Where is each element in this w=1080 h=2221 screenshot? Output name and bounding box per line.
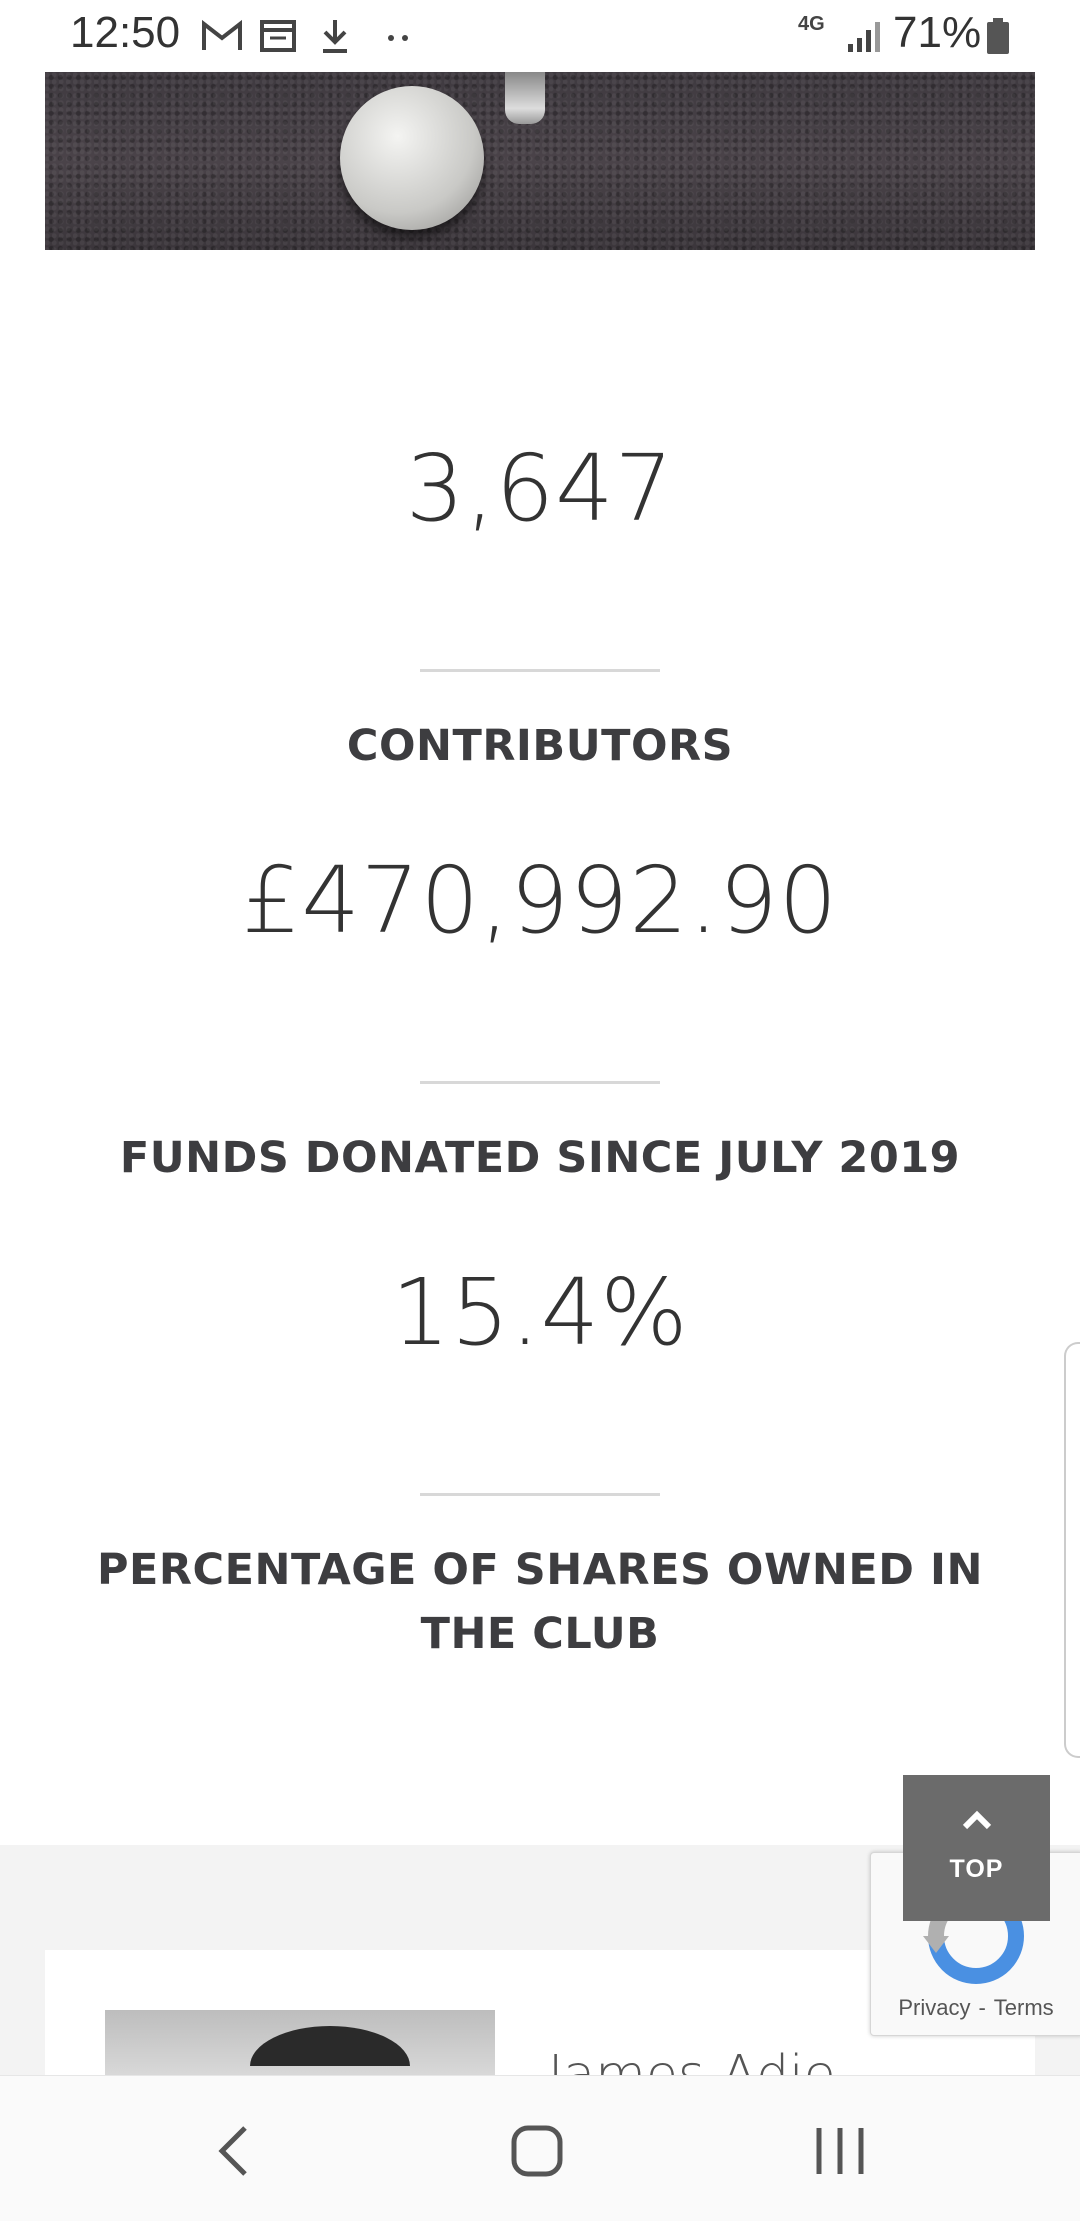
gmail-icon <box>202 19 242 50</box>
recents-icon[interactable] <box>805 2116 875 2186</box>
person-name: James Adie <box>548 2050 836 2075</box>
status-bar: 12:50 4G 71% <box>0 0 1080 72</box>
chevron-up-icon <box>962 1810 992 1830</box>
download-icon <box>323 20 347 53</box>
home-icon[interactable] <box>502 2116 572 2186</box>
top-label: TOP <box>949 1855 1004 1883</box>
contributors-count: 3,647 <box>405 435 675 542</box>
funds-donated-label: FUNDS DONATED SINCE JULY 2019 <box>119 1133 961 1183</box>
battery-percent: 71% <box>893 8 982 57</box>
terms-link[interactable]: Terms <box>994 1995 1054 2020</box>
privacy-link[interactable]: Privacy <box>898 1995 970 2020</box>
status-time: 12:50 <box>70 8 181 57</box>
back-icon[interactable] <box>200 2116 270 2186</box>
separator: - <box>978 1995 986 2020</box>
battery-icon <box>987 18 1009 54</box>
scroll-to-top-button[interactable]: TOP <box>903 1775 1050 1921</box>
calendar-icon <box>260 20 296 52</box>
funds-donated-value: £470,992.90 <box>241 847 839 954</box>
divider <box>420 1081 660 1084</box>
shares-percentage-label: PERCENTAGE OF SHARES OWNED IN THE CLUB <box>97 1545 983 1659</box>
contributors-label: CONTRIBUTORS <box>346 721 734 771</box>
player-boot <box>505 72 545 124</box>
divider <box>420 669 660 672</box>
edge-panel-handle[interactable] <box>1064 1342 1080 1758</box>
shares-percentage-value: 15.4% <box>391 1259 689 1366</box>
hero-image <box>45 72 1035 250</box>
system-navigation-bar <box>0 2075 1080 2221</box>
signal-icon <box>848 22 880 52</box>
more-dots-icon <box>388 35 408 41</box>
network-4g-icon: 4G <box>798 13 825 35</box>
football-image <box>340 86 484 230</box>
divider <box>420 1493 660 1496</box>
